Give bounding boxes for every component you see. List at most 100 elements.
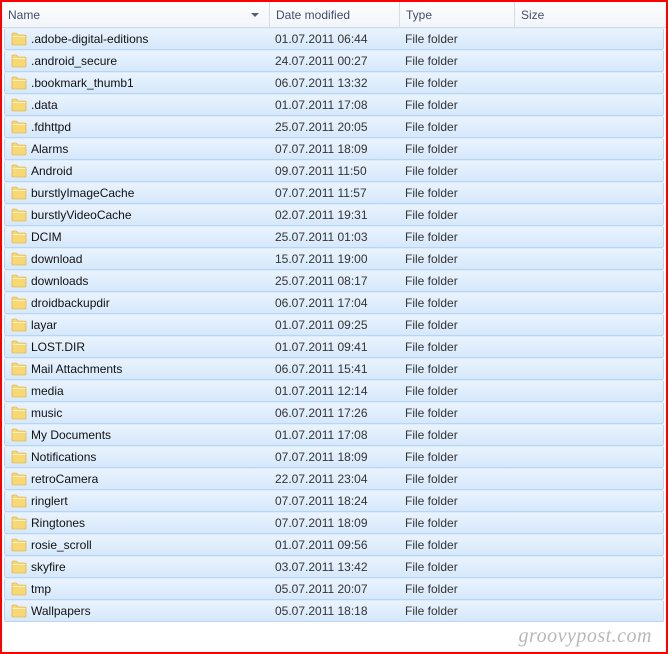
cell-type: File folder	[399, 318, 514, 332]
cell-date: 25.07.2011 20:05	[269, 120, 399, 134]
table-row[interactable]: skyfire03.07.2011 13:42File folder	[4, 556, 664, 578]
table-row[interactable]: retroCamera22.07.2011 23:04File folder	[4, 468, 664, 490]
cell-name: Mail Attachments	[5, 362, 269, 376]
folder-icon	[11, 582, 27, 596]
table-row[interactable]: DCIM25.07.2011 01:03File folder	[4, 226, 664, 248]
cell-type: File folder	[399, 120, 514, 134]
cell-date: 06.07.2011 13:32	[269, 76, 399, 90]
file-name: rosie_scroll	[31, 538, 92, 552]
file-name: downloads	[31, 274, 88, 288]
cell-type: File folder	[399, 164, 514, 178]
column-header-name[interactable]: Name	[2, 2, 270, 27]
cell-type: File folder	[399, 494, 514, 508]
cell-date: 25.07.2011 08:17	[269, 274, 399, 288]
table-row[interactable]: .android_secure24.07.2011 00:27File fold…	[4, 50, 664, 72]
table-row[interactable]: music06.07.2011 17:26File folder	[4, 402, 664, 424]
table-row[interactable]: burstlyVideoCache02.07.2011 19:31File fo…	[4, 204, 664, 226]
table-row[interactable]: ringlert 07.07.2011 18:24File folder	[4, 490, 664, 512]
cell-date: 07.07.2011 18:09	[269, 516, 399, 530]
column-header-date[interactable]: Date modified	[270, 2, 400, 27]
cell-date: 01.07.2011 09:56	[269, 538, 399, 552]
table-row[interactable]: media 01.07.2011 12:14File folder	[4, 380, 664, 402]
file-name: .data	[31, 98, 58, 112]
cell-name: Ringtones	[5, 516, 269, 530]
cell-date: 01.07.2011 17:08	[269, 98, 399, 112]
table-row[interactable]: Ringtones07.07.2011 18:09File folder	[4, 512, 664, 534]
file-name: .adobe-digital-editions	[31, 32, 148, 46]
cell-name: droidbackupdir	[5, 296, 269, 310]
cell-type: File folder	[399, 560, 514, 574]
table-row[interactable]: rosie_scroll01.07.2011 09:56File folder	[4, 534, 664, 556]
folder-icon	[11, 208, 27, 222]
folder-icon	[11, 318, 27, 332]
file-name: Wallpapers	[31, 604, 91, 618]
cell-type: File folder	[399, 32, 514, 46]
folder-icon	[11, 560, 27, 574]
file-name: Ringtones	[31, 516, 85, 530]
cell-type: File folder	[399, 384, 514, 398]
folder-icon	[11, 252, 27, 266]
file-name: ringlert	[31, 494, 68, 508]
table-row[interactable]: Android09.07.2011 11:50File folder	[4, 160, 664, 182]
table-row[interactable]: downloads25.07.2011 08:17File folder	[4, 270, 664, 292]
file-name: Alarms	[31, 142, 68, 156]
cell-name: .android_secure	[5, 54, 269, 68]
cell-date: 06.07.2011 15:41	[269, 362, 399, 376]
cell-date: 05.07.2011 20:07	[269, 582, 399, 596]
file-name: .fdhttpd	[31, 120, 71, 134]
watermark: groovypost.com	[519, 625, 652, 648]
cell-name: Android	[5, 164, 269, 178]
file-name: droidbackupdir	[31, 296, 110, 310]
cell-type: File folder	[399, 296, 514, 310]
cell-name: LOST.DIR	[5, 340, 269, 354]
cell-type: File folder	[399, 230, 514, 244]
table-row[interactable]: Wallpapers05.07.2011 18:18File folder	[4, 600, 664, 622]
table-row[interactable]: droidbackupdir06.07.2011 17:04File folde…	[4, 292, 664, 314]
cell-type: File folder	[399, 76, 514, 90]
file-list[interactable]: .adobe-digital-editions01.07.2011 06:44F…	[2, 28, 666, 622]
cell-type: File folder	[399, 450, 514, 464]
table-row[interactable]: .fdhttpd 25.07.2011 20:05File folder	[4, 116, 664, 138]
column-header-size[interactable]: Size	[515, 2, 666, 27]
file-name: burstlyImageCache	[31, 186, 134, 200]
folder-icon	[11, 362, 27, 376]
file-name: Mail Attachments	[31, 362, 122, 376]
column-header-row: Name Date modified Type Size	[2, 2, 666, 28]
file-name: Notifications	[31, 450, 96, 464]
table-row[interactable]: Alarms07.07.2011 18:09File folder	[4, 138, 664, 160]
folder-icon	[11, 494, 27, 508]
table-row[interactable]: .data 01.07.2011 17:08File folder	[4, 94, 664, 116]
column-header-type[interactable]: Type	[400, 2, 515, 27]
cell-date: 07.07.2011 18:24	[269, 494, 399, 508]
cell-date: 09.07.2011 11:50	[269, 164, 399, 178]
cell-date: 07.07.2011 18:09	[269, 142, 399, 156]
file-name: music	[31, 406, 62, 420]
table-row[interactable]: Mail Attachments 06.07.2011 15:41File fol…	[4, 358, 664, 380]
cell-type: File folder	[399, 98, 514, 112]
table-row[interactable]: .bookmark_thumb106.07.2011 13:32File fol…	[4, 72, 664, 94]
table-row[interactable]: download15.07.2011 19:00File folder	[4, 248, 664, 270]
table-row[interactable]: LOST.DIR01.07.2011 09:41File folder	[4, 336, 664, 358]
folder-icon	[11, 340, 27, 354]
column-header-type-label: Type	[406, 8, 432, 22]
cell-name: Wallpapers	[5, 604, 269, 618]
table-row[interactable]: tmp05.07.2011 20:07File folder	[4, 578, 664, 600]
file-name: download	[31, 252, 82, 266]
table-row[interactable]: My Documents01.07.2011 17:08File folder	[4, 424, 664, 446]
cell-date: 01.07.2011 09:41	[269, 340, 399, 354]
cell-name: .bookmark_thumb1	[5, 76, 269, 90]
table-row[interactable]: burstlyImageCache07.07.2011 11:57File fo…	[4, 182, 664, 204]
cell-type: File folder	[399, 54, 514, 68]
cell-type: File folder	[399, 362, 514, 376]
cell-date: 25.07.2011 01:03	[269, 230, 399, 244]
cell-date: 22.07.2011 23:04	[269, 472, 399, 486]
file-name: media	[31, 384, 64, 398]
table-row[interactable]: layar01.07.2011 09:25File folder	[4, 314, 664, 336]
cell-type: File folder	[399, 604, 514, 618]
cell-date: 01.07.2011 17:08	[269, 428, 399, 442]
table-row[interactable]: Notifications07.07.2011 18:09File folder	[4, 446, 664, 468]
cell-date: 01.07.2011 12:14	[269, 384, 399, 398]
cell-name: .fdhttpd	[5, 120, 269, 134]
column-header-date-label: Date modified	[276, 8, 350, 22]
table-row[interactable]: .adobe-digital-editions01.07.2011 06:44F…	[4, 28, 664, 50]
